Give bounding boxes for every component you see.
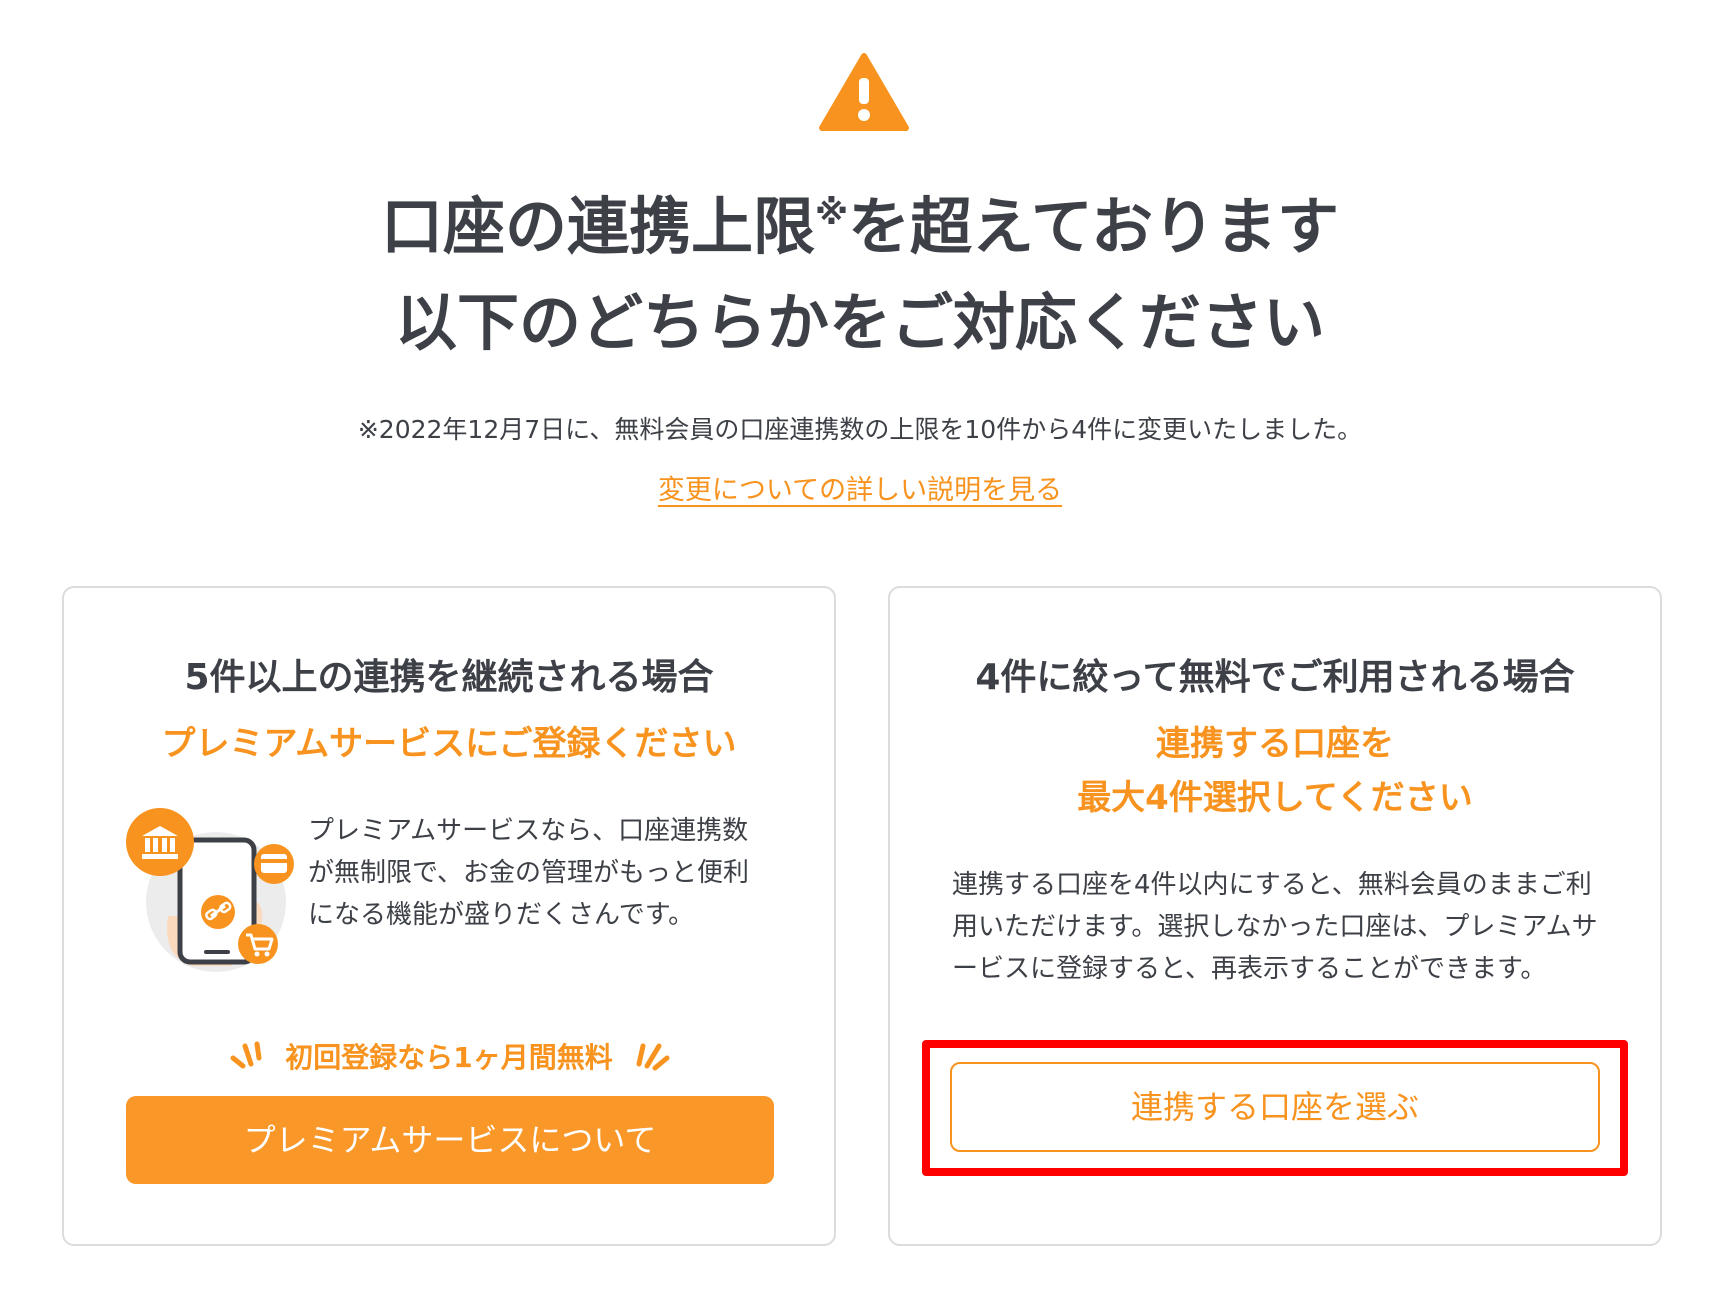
link-icon (201, 895, 235, 929)
detail-link[interactable]: 変更についての詳しい説明を見る (658, 475, 1062, 506)
select-accounts-button[interactable]: 連携する口座を選ぶ (950, 1062, 1600, 1152)
premium-service-button[interactable]: プレミアムサービスについて (126, 1096, 774, 1184)
bank-icon (126, 808, 194, 876)
promo-row: 初回登録なら1ヶ月間無料 (64, 1036, 834, 1076)
premium-illustration (126, 808, 294, 972)
page-title-line1: 口座の連携上限※を超えております (380, 190, 1340, 263)
free-card-title: 4件に絞って無料でご利用される場合 (975, 657, 1575, 698)
free-description: 連携する口座を4件以内にすると、無料会員のままご利用いただけます。選択しなかった… (952, 870, 1598, 984)
page-title-line2: 以下のどちらかをご対応ください (394, 286, 1325, 359)
free-card-subtitle-line2: 最大4件選択してください (1077, 778, 1473, 818)
card-icon (254, 844, 294, 884)
sparkle-left-icon (230, 1041, 262, 1069)
detail-link-wrapper: 変更についての詳しい説明を見る (0, 468, 1720, 507)
premium-option-card: 5件以上の連携を継続される場合 プレミアムサービスにご登録ください プレミアムサ… (62, 586, 836, 1246)
cart-icon (238, 924, 278, 964)
premium-card-subtitle: プレミアムサービスにご登録ください (161, 724, 737, 764)
premium-card-title: 5件以上の連携を継続される場合 (184, 657, 714, 698)
warning-icon (819, 53, 909, 131)
free-card-subtitle-line1: 連携する口座を (1156, 724, 1394, 764)
premium-description: プレミアムサービスなら、口座連携数が無制限で、お金の管理がもっと便利になる機能が… (308, 816, 749, 930)
promo-text: 初回登録なら1ヶ月間無料 (285, 1041, 613, 1074)
sparkle-right-icon (636, 1043, 670, 1071)
change-notice: ※2022年12月7日に、無料会員の口座連携数の上限を10件から4件に変更いたし… (357, 415, 1363, 444)
